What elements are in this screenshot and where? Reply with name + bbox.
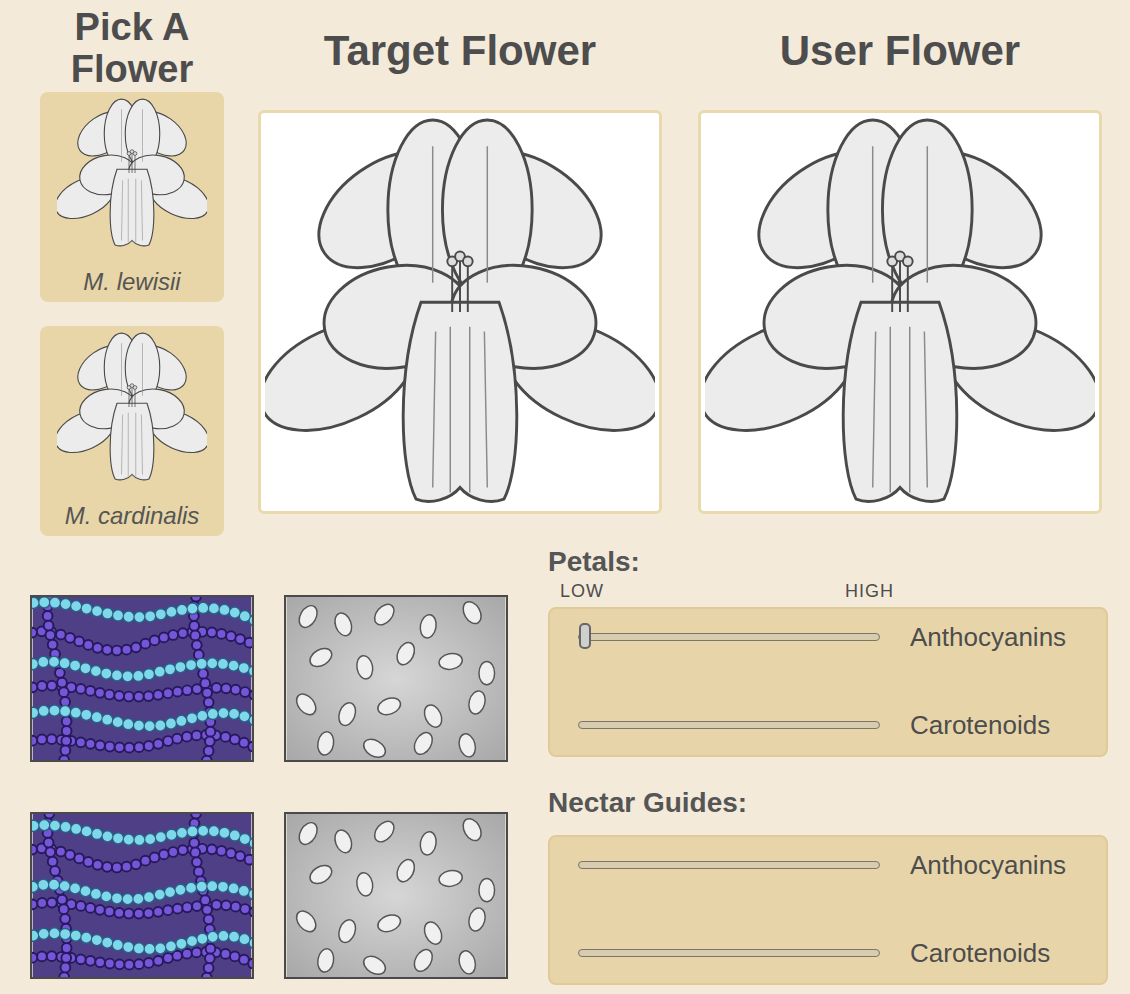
flower-box [258,110,662,514]
slider-panel: Anthocyanins Carotenoids [548,835,1108,985]
slider-panel: Anthocyanins Carotenoids [548,607,1108,757]
flower-card[interactable]: M. cardinalis [40,326,224,536]
slider-label: Anthocyanins [910,621,1066,653]
slider-row: Anthocyanins [578,845,1096,885]
picker-title: Pick A Flower [40,6,224,90]
flower-icon [265,117,655,507]
flower-icon [57,98,207,248]
pigment-pictures [30,595,508,985]
slider-row: Anthocyanins [578,617,1096,657]
cell-wall-icon [30,812,254,979]
slider-label: Anthocyanins [910,849,1066,881]
scale-high: HIGH [845,580,894,602]
slider[interactable] [578,949,880,957]
cell-wall-icon [30,595,254,762]
scale-labels: LOW HIGH [548,580,894,602]
slider-thumb[interactable] [579,623,591,649]
flower-box [698,110,1102,514]
flower-panel: Target Flower [258,0,662,536]
controls: Petals: LOW HIGH Anthocyanins Carotenoid… [548,536,1108,985]
flower-card[interactable]: M. lewisii [40,92,224,302]
slider-label: Carotenoids [910,937,1050,969]
flower-picker: Pick A Flower M. lewisii M. cardinalis [40,0,224,536]
panel-title: Target Flower [324,0,596,76]
page: Pick A Flower M. lewisii M. cardinalis T… [0,0,1130,994]
panel-title: User Flower [780,0,1020,76]
slider[interactable] [578,721,880,729]
cells-icon [284,812,508,979]
flower-name: M. lewisii [83,268,180,296]
flower-icon [57,332,207,482]
group-title: Petals: [548,536,1108,580]
cells-icon [284,595,508,762]
slider-row: Carotenoids [578,933,1096,973]
slider[interactable] [578,861,880,869]
slider[interactable] [578,633,880,641]
flower-icon [705,117,1095,507]
slider-label: Carotenoids [910,709,1050,741]
group-title: Nectar Guides: [548,757,1108,821]
flower-panel: User Flower [698,0,1102,536]
scale-low: LOW [560,580,604,602]
slider-row: Carotenoids [578,705,1096,745]
flower-name: M. cardinalis [65,502,200,530]
